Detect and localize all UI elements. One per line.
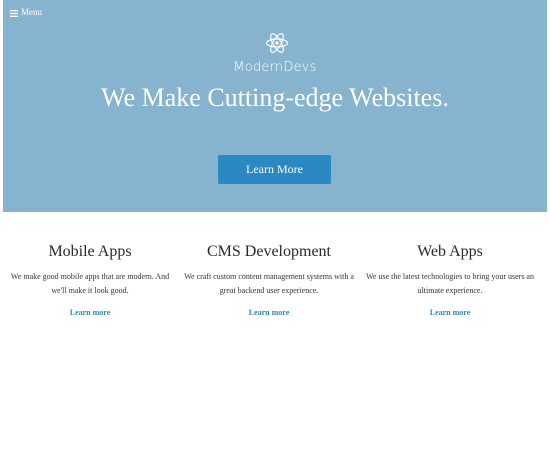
feature-title: Mobile Apps — [48, 243, 132, 260]
feature-learn-more-link[interactable]: Learn more — [70, 308, 111, 317]
menu-label: Menu — [21, 7, 42, 17]
brand-name: ModernDevs — [233, 60, 317, 75]
feature-mobile-apps: Mobile Apps We make good mobile apps tha… — [4, 242, 176, 320]
hamburger-icon — [10, 9, 18, 17]
feature-title: Web Apps — [417, 243, 483, 260]
atom-icon — [265, 31, 289, 55]
page: Menu ModernDevs We Make Cutting-edge Web… — [0, 0, 550, 469]
feature-web-apps: Web Apps We use the latest technologies … — [364, 242, 536, 320]
feature-description: We craft custom content management syste… — [184, 272, 354, 295]
feature-cms-development: CMS Development We craft custom content … — [183, 242, 355, 320]
feature-learn-more-link[interactable]: Learn more — [430, 308, 471, 317]
feature-learn-more-link[interactable]: Learn more — [249, 308, 290, 317]
feature-description: We use the latest technologies to bring … — [366, 272, 534, 295]
learn-more-button[interactable]: Learn More — [218, 155, 331, 184]
hero-headline: We Make Cutting-edge Websites. — [101, 83, 449, 112]
feature-title: CMS Development — [207, 243, 331, 260]
hero-section: Menu ModernDevs We Make Cutting-edge Web… — [3, 0, 547, 212]
menu-button[interactable]: Menu — [10, 7, 42, 17]
feature-description: We make good mobile apps that are modern… — [10, 272, 170, 295]
